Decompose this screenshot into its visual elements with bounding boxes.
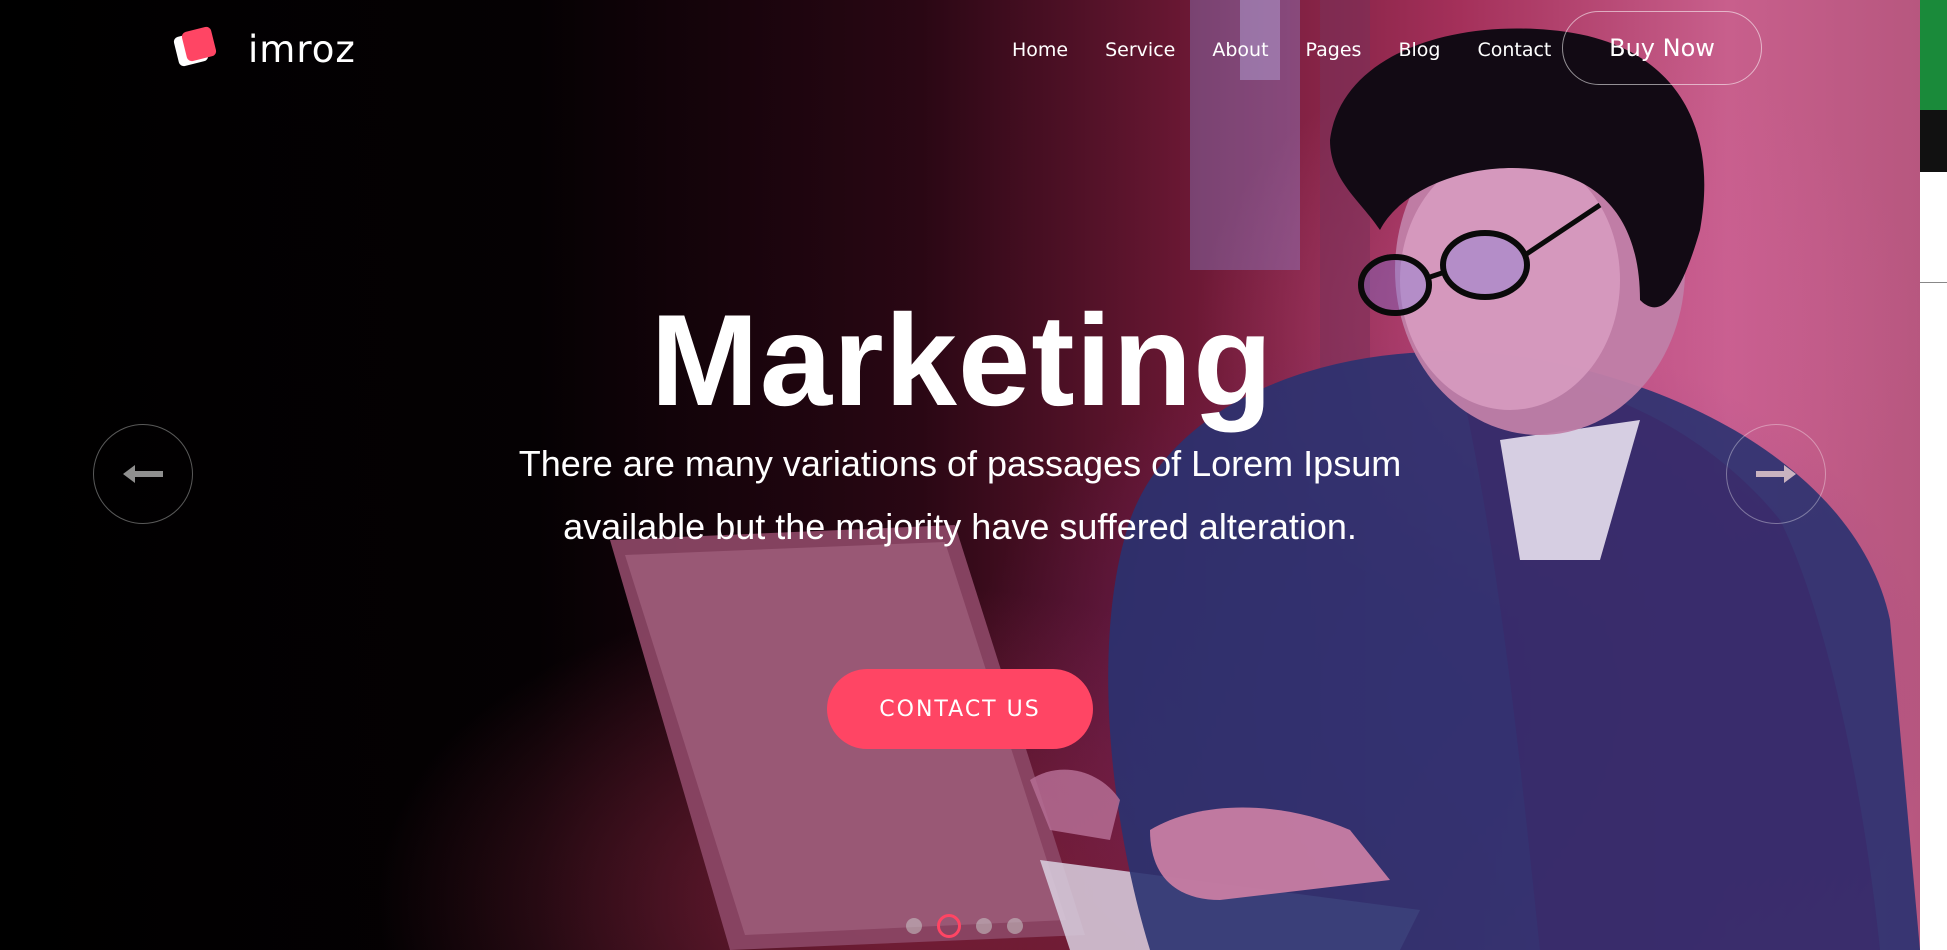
hero-subtitle: There are many variations of passages of… — [440, 432, 1480, 558]
arrow-left-icon — [123, 465, 163, 483]
hero-subtitle-line-1: There are many variations of passages of… — [518, 443, 1402, 484]
arrow-right-icon — [1756, 465, 1796, 483]
nav-item-blog[interactable]: Blog — [1398, 38, 1440, 62]
buy-now-button[interactable]: Buy Now — [1562, 11, 1762, 85]
brand-logo[interactable]: imroz — [172, 25, 356, 72]
nav-item-service[interactable]: Service — [1105, 38, 1175, 62]
logo-icon — [172, 25, 218, 72]
hero-title: Marketing — [650, 287, 1274, 433]
nav-item-contact[interactable]: Contact — [1477, 38, 1551, 62]
nav-item-about[interactable]: About — [1212, 38, 1268, 62]
main-nav: Home Service About Pages Blog Contact — [1012, 38, 1588, 62]
brand-name: imroz — [248, 27, 356, 71]
hero-subtitle-line-2: available but the majority have suffered… — [563, 506, 1357, 547]
slider-dot-4[interactable] — [1007, 918, 1023, 934]
slider-dot-2-active[interactable] — [937, 914, 961, 938]
browser-edge-strip — [1920, 0, 1947, 950]
contact-us-button[interactable]: CONTACT US — [827, 669, 1093, 749]
page: imroz Home Service About Pages Blog Cont… — [0, 0, 1947, 950]
slider-dot-3[interactable] — [976, 918, 992, 934]
slider-dot-1[interactable] — [906, 918, 922, 934]
nav-item-pages[interactable]: Pages — [1306, 38, 1362, 62]
nav-item-home[interactable]: Home — [1012, 38, 1068, 62]
slider-prev-button[interactable] — [93, 424, 193, 524]
slider-next-button[interactable] — [1726, 424, 1826, 524]
slider-pagination — [906, 914, 1038, 938]
